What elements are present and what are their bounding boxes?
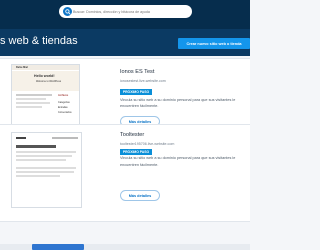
preview-line — [16, 175, 60, 177]
site-url[interactable]: tooltester195706.live-website.com — [120, 142, 174, 146]
site-description: Vincula su sitio web a su dominio person… — [120, 156, 236, 167]
preview-side-item: Entradas — [58, 106, 68, 109]
preview-nav — [52, 137, 78, 139]
page-title: s web & tiendas — [0, 35, 78, 47]
next-card-edge — [0, 244, 250, 250]
preview-logo — [16, 137, 26, 139]
preview-heading — [16, 145, 56, 148]
site-url[interactable]: ionosestest.live-website.com — [120, 79, 166, 83]
preview-side-item: Comentarios — [58, 111, 72, 114]
site-name[interactable]: Ionos ES Test — [120, 69, 154, 75]
partial-button[interactable] — [32, 244, 84, 250]
page-header: s web & tiendas Crear nuevo sitio web o … — [0, 29, 250, 56]
preview-post — [16, 94, 52, 124]
preview-line — [16, 171, 74, 173]
more-details-button[interactable]: Más detalles — [120, 190, 160, 201]
preview-heading: Hello world! — [34, 74, 55, 78]
preview-line: Welcome to WordPress — [36, 80, 62, 83]
search-bar[interactable] — [59, 5, 192, 18]
create-site-button[interactable]: Crear nuevo sitio web o tienda — [178, 38, 250, 49]
site-card: Tooltester tooltester195706.live-website… — [0, 124, 250, 222]
preview-line — [16, 151, 76, 153]
site-preview-thumbnail[interactable] — [11, 132, 82, 208]
preview-side-title: Archivos — [58, 94, 69, 97]
site-description: Vincula su sitio web a su dominio person… — [120, 98, 236, 108]
search-icon[interactable] — [63, 7, 72, 16]
site-name[interactable]: Tooltester — [120, 132, 144, 138]
preview-line — [16, 167, 76, 169]
search-input[interactable] — [73, 7, 185, 16]
preview-brand: Dulce Miel — [16, 66, 28, 69]
top-bar — [0, 0, 250, 29]
preview-line — [16, 155, 72, 157]
next-step-badge: PRÓXIMO PASO — [120, 89, 152, 95]
preview-side-item: Categorías — [58, 101, 70, 104]
preview-line — [16, 159, 66, 161]
